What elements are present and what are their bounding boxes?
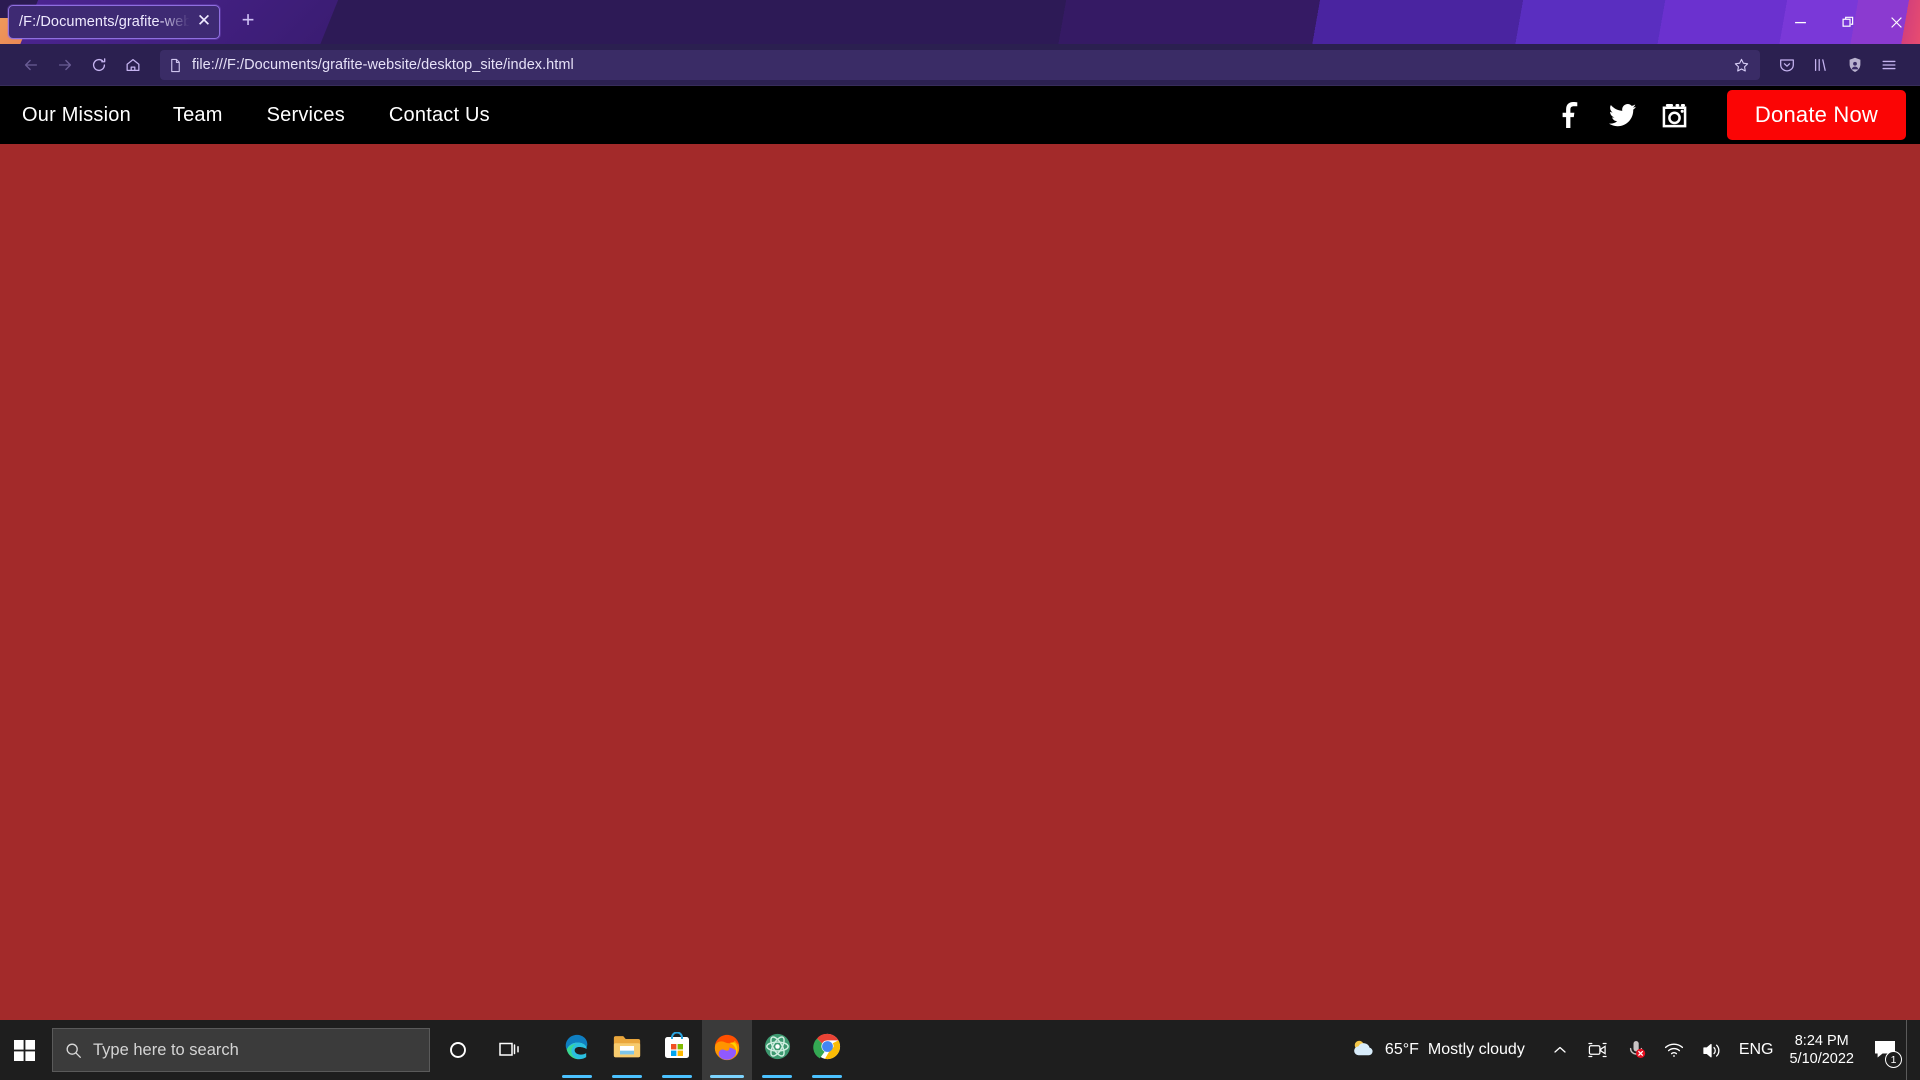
search-placeholder: Type here to search (93, 1040, 239, 1059)
microphone-muted-icon[interactable] (1622, 1020, 1650, 1080)
start-button[interactable] (0, 1020, 48, 1080)
volume-icon[interactable] (1698, 1020, 1726, 1080)
weather-cloud-icon (1351, 1038, 1376, 1063)
wifi-icon[interactable] (1660, 1020, 1688, 1080)
tab-title: /F:/Documents/grafite-website/desktop_si… (19, 14, 193, 30)
instagram-icon[interactable] (1662, 103, 1687, 128)
tab-close-icon[interactable]: ✕ (193, 11, 215, 33)
hamburger-menu-icon[interactable] (1872, 50, 1906, 80)
taskbar-app-firefox[interactable] (702, 1020, 752, 1080)
page-content-area (0, 144, 1920, 1020)
back-button[interactable] (14, 50, 48, 80)
forward-button[interactable] (48, 50, 82, 80)
clock-date: 5/10/2022 (1789, 1051, 1854, 1067)
taskbar-app-microsoft-store[interactable] (652, 1020, 702, 1080)
site-nav-item-team[interactable]: Team (173, 104, 223, 127)
weather-temperature: 65°F (1384, 1041, 1419, 1058)
page-document-icon (168, 58, 183, 73)
site-nav-item-contact-us[interactable]: Contact Us (389, 104, 490, 127)
search-icon (65, 1042, 82, 1059)
library-icon[interactable] (1804, 50, 1838, 80)
account-shield-icon[interactable] (1838, 50, 1872, 80)
taskbar-app-file-explorer[interactable] (602, 1020, 652, 1080)
reload-button[interactable] (82, 50, 116, 80)
show-hidden-icons-chevron-icon[interactable] (1546, 1020, 1574, 1080)
site-navigation-bar: Our Mission Team Services Contact Us Don… (0, 86, 1920, 144)
restore-button[interactable] (1824, 0, 1872, 44)
browser-nav-toolbar: file:///F:/Documents/grafite-website/des… (0, 44, 1920, 86)
taskbar-app-atom[interactable] (752, 1020, 802, 1080)
social-icon-group (1559, 102, 1687, 128)
facebook-icon[interactable] (1559, 102, 1583, 128)
url-text: file:///F:/Documents/grafite-website/des… (192, 57, 574, 73)
taskbar-app-list (552, 1020, 852, 1080)
clock-time: 8:24 PM (1794, 1032, 1849, 1049)
browser-tab-strip: /F:/Documents/grafite-website/desktop_si… (0, 0, 1920, 44)
close-button[interactable] (1872, 0, 1920, 44)
cortana-icon[interactable] (434, 1020, 482, 1080)
pocket-icon[interactable] (1770, 50, 1804, 80)
donate-now-button[interactable]: Donate Now (1726, 90, 1906, 140)
windows-taskbar: Type here to search 65°F Mostly cloudy E… (0, 1020, 1920, 1080)
new-tab-button[interactable]: + (234, 7, 262, 35)
twitter-icon[interactable] (1608, 103, 1636, 127)
system-tray: 65°F Mostly cloudy ENG 8:24 PM 5/10/2022… (1351, 1020, 1920, 1080)
site-nav-item-our-mission[interactable]: Our Mission (22, 104, 131, 127)
browser-tab-active[interactable]: /F:/Documents/grafite-website/desktop_si… (8, 5, 220, 39)
taskbar-app-google-chrome[interactable] (802, 1020, 852, 1080)
input-language-indicator[interactable]: ENG (1739, 1041, 1774, 1059)
firefox-browser-window: /F:/Documents/grafite-website/desktop_si… (0, 0, 1920, 1020)
weather-description: Mostly cloudy (1427, 1041, 1525, 1058)
weather-widget[interactable]: 65°F Mostly cloudy (1351, 1038, 1525, 1063)
site-nav-item-services[interactable]: Services (267, 104, 345, 127)
bookmark-star-icon[interactable] (1733, 57, 1752, 74)
notification-badge: 1 (1885, 1051, 1902, 1068)
notification-center-button[interactable]: 1 (1864, 1020, 1906, 1080)
url-bar[interactable]: file:///F:/Documents/grafite-website/des… (160, 50, 1760, 80)
window-controls (1776, 0, 1920, 44)
task-view-icon[interactable] (486, 1020, 534, 1080)
page-viewport: Our Mission Team Services Contact Us Don… (0, 86, 1920, 1020)
taskbar-app-microsoft-edge[interactable] (552, 1020, 602, 1080)
show-desktop-button[interactable] (1906, 1020, 1914, 1080)
search-input[interactable]: Type here to search (52, 1028, 430, 1072)
home-button[interactable] (116, 50, 150, 80)
meet-now-icon[interactable] (1584, 1020, 1612, 1080)
minimize-button[interactable] (1776, 0, 1824, 44)
taskbar-clock[interactable]: 8:24 PM 5/10/2022 (1789, 1032, 1854, 1068)
